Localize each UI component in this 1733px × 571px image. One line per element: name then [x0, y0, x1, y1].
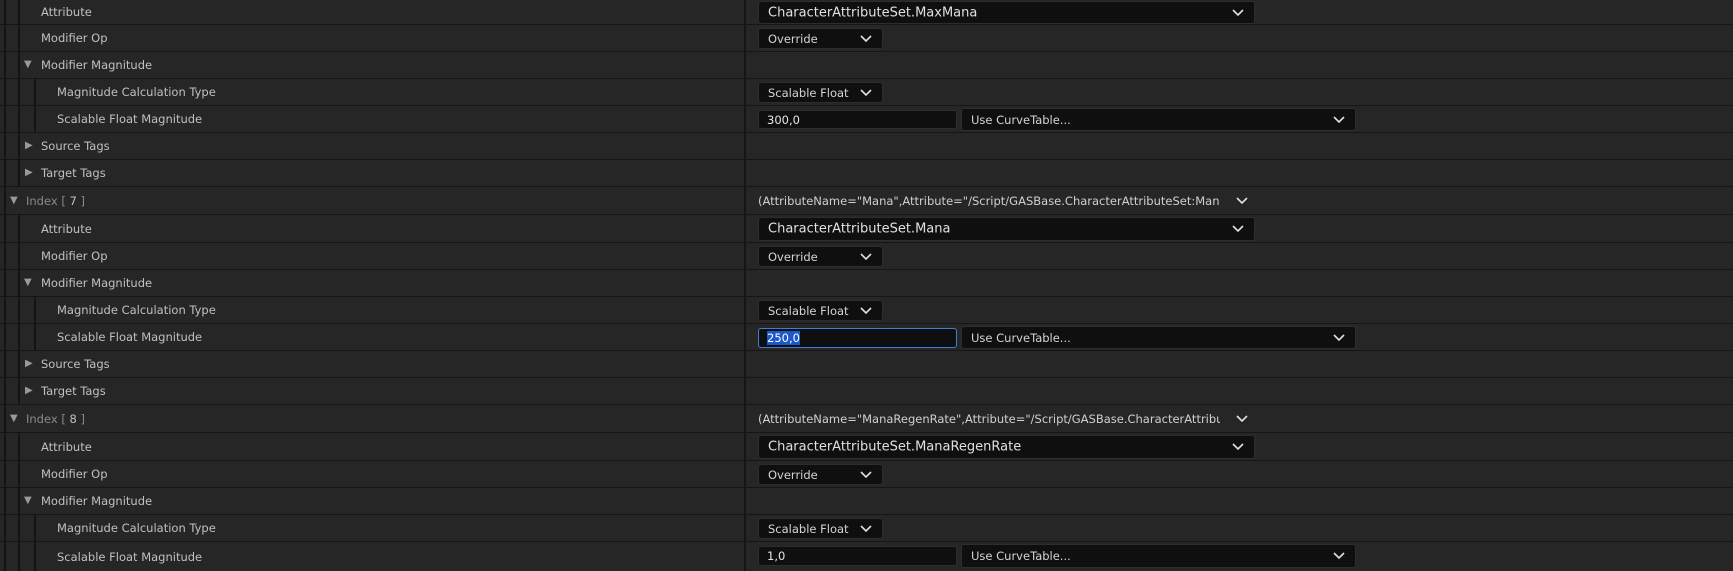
attribute-label: Attribute	[41, 221, 92, 236]
chevron-down-icon	[860, 34, 872, 42]
modifier-magnitude-row[interactable]: ▼ Modifier Magnitude	[0, 488, 1733, 515]
triangle-down-icon[interactable]: ▼	[10, 413, 18, 424]
source-tags-label: Source Tags	[41, 357, 110, 371]
modifier-magnitude-label: Modifier Magnitude	[41, 494, 153, 508]
scalable-float-row: Scalable Float Magnitude 250,0 Use Curve…	[0, 324, 1733, 351]
index-label: Index [ 8 ]	[26, 411, 85, 426]
chevron-down-icon	[1232, 443, 1244, 451]
calc-type-label: Magnitude Calculation Type	[57, 85, 216, 99]
attribute-combo[interactable]: CharacterAttributeSet.Mana	[758, 217, 1255, 241]
attribute-row: Attribute CharacterAttributeSet.MaxMana	[0, 0, 1733, 25]
source-tags-label: Source Tags	[41, 139, 110, 153]
modifier-op-combo-text: Override	[768, 467, 818, 482]
chevron-down-icon	[860, 252, 872, 260]
triangle-down-icon[interactable]: ▼	[10, 195, 18, 206]
modifier-magnitude-label: Modifier Magnitude	[41, 58, 153, 72]
calc-type-combo-text: Scalable Float	[768, 303, 849, 318]
chevron-down-icon	[1232, 8, 1244, 16]
details-panel: Attribute CharacterAttributeSet.MaxMana …	[0, 0, 1733, 571]
chevron-down-icon	[1333, 115, 1345, 123]
modifier-op-combo-text: Override	[768, 249, 818, 264]
curve-table-combo[interactable]: Use CurveTable...	[961, 544, 1356, 568]
index-row[interactable]: ▼ Index [ 7 ] (AttributeName="Mana",Attr…	[0, 187, 1733, 215]
calc-type-combo-text: Scalable Float	[768, 521, 849, 536]
attribute-row: Attribute CharacterAttributeSet.ManaRege…	[0, 433, 1733, 461]
triangle-down-icon[interactable]: ▼	[24, 496, 32, 506]
attribute-combo-text: CharacterAttributeSet.MaxMana	[768, 5, 978, 20]
struct-value-text: (AttributeName="ManaRegenRate",Attribute…	[758, 411, 1220, 426]
triangle-right-icon[interactable]: ▶	[25, 359, 33, 369]
index-label: Index [ 7 ]	[26, 193, 85, 208]
attribute-label: Attribute	[41, 5, 92, 19]
magnitude-input[interactable]: 1,0	[758, 546, 957, 566]
calc-type-row: Magnitude Calculation Type Scalable Floa…	[0, 515, 1733, 542]
attribute-combo[interactable]: CharacterAttributeSet.ManaRegenRate	[758, 435, 1255, 459]
curve-table-text: Use CurveTable...	[971, 330, 1071, 345]
triangle-right-icon[interactable]: ▶	[25, 141, 33, 151]
calc-type-combo[interactable]: Scalable Float	[758, 300, 883, 321]
target-tags-label: Target Tags	[41, 384, 106, 398]
modifier-magnitude-row[interactable]: ▼ Modifier Magnitude	[0, 270, 1733, 297]
modifier-op-row: Modifier Op Override	[0, 243, 1733, 270]
curve-table-text: Use CurveTable...	[971, 549, 1071, 563]
attribute-combo[interactable]: CharacterAttributeSet.MaxMana	[758, 1, 1255, 24]
scalable-float-label: Scalable Float Magnitude	[57, 549, 203, 564]
modifier-op-label: Modifier Op	[41, 467, 108, 481]
target-tags-row[interactable]: ▶ Target Tags	[0, 378, 1733, 405]
calc-type-label: Magnitude Calculation Type	[57, 521, 216, 535]
scalable-float-row: Scalable Float Magnitude 300,0 Use Curve…	[0, 106, 1733, 133]
scalable-float-row: Scalable Float Magnitude 1,0 Use CurveTa…	[0, 542, 1733, 571]
chevron-down-icon	[860, 524, 872, 532]
selected-text: 250,0	[767, 331, 800, 345]
calc-type-combo-text: Scalable Float	[768, 85, 849, 100]
modifier-op-combo[interactable]: Override	[758, 464, 883, 485]
modifier-op-combo-text: Override	[768, 31, 818, 46]
chevron-down-icon[interactable]	[1236, 196, 1248, 205]
source-tags-row[interactable]: ▶ Source Tags	[0, 133, 1733, 160]
modifier-op-combo[interactable]: Override	[758, 246, 883, 267]
curve-table-combo[interactable]: Use CurveTable...	[961, 108, 1356, 131]
calc-type-combo[interactable]: Scalable Float	[758, 518, 883, 539]
magnitude-value: 1,0	[767, 549, 786, 563]
attribute-row: Attribute CharacterAttributeSet.Mana	[0, 215, 1733, 243]
modifier-op-label: Modifier Op	[41, 249, 108, 263]
triangle-right-icon[interactable]: ▶	[25, 168, 33, 178]
magnitude-input[interactable]: 300,0	[758, 110, 957, 129]
modifier-op-row: Modifier Op Override	[0, 461, 1733, 488]
calc-type-row: Magnitude Calculation Type Scalable Floa…	[0, 79, 1733, 106]
magnitude-input[interactable]: 250,0	[758, 328, 957, 348]
scalable-float-label: Scalable Float Magnitude	[57, 330, 203, 344]
modifier-op-row: Modifier Op Override	[0, 25, 1733, 52]
curve-table-text: Use CurveTable...	[971, 112, 1071, 127]
source-tags-row[interactable]: ▶ Source Tags	[0, 351, 1733, 378]
struct-value-text: (AttributeName="Mana",Attribute="/Script…	[758, 193, 1220, 208]
target-tags-label: Target Tags	[41, 166, 106, 180]
target-tags-row[interactable]: ▶ Target Tags	[0, 160, 1733, 187]
calc-type-combo[interactable]: Scalable Float	[758, 82, 883, 103]
chevron-down-icon	[1232, 225, 1244, 233]
scalable-float-label: Scalable Float Magnitude	[57, 112, 203, 126]
triangle-right-icon[interactable]: ▶	[25, 386, 33, 396]
modifier-magnitude-label: Modifier Magnitude	[41, 276, 153, 290]
chevron-down-icon[interactable]	[1236, 414, 1248, 423]
chevron-down-icon	[860, 470, 872, 478]
triangle-down-icon[interactable]: ▼	[24, 278, 32, 288]
chevron-down-icon	[1333, 333, 1345, 341]
calc-type-row: Magnitude Calculation Type Scalable Floa…	[0, 297, 1733, 324]
attribute-label: Attribute	[41, 439, 92, 454]
index-row[interactable]: ▼ Index [ 8 ] (AttributeName="ManaRegenR…	[0, 405, 1733, 433]
curve-table-combo[interactable]: Use CurveTable...	[961, 326, 1356, 349]
attribute-combo-text: CharacterAttributeSet.Mana	[768, 221, 951, 237]
magnitude-value: 300,0	[767, 112, 800, 127]
modifier-op-label: Modifier Op	[41, 31, 108, 45]
modifier-magnitude-row[interactable]: ▼ Modifier Magnitude	[0, 52, 1733, 79]
calc-type-label: Magnitude Calculation Type	[57, 303, 216, 317]
magnitude-value: 250,0	[767, 331, 800, 345]
modifier-op-combo[interactable]: Override	[758, 28, 883, 49]
attribute-combo-text: CharacterAttributeSet.ManaRegenRate	[768, 439, 1022, 455]
triangle-down-icon[interactable]: ▼	[24, 60, 32, 70]
chevron-down-icon	[1333, 552, 1345, 560]
chevron-down-icon	[860, 306, 872, 314]
chevron-down-icon	[860, 88, 872, 96]
